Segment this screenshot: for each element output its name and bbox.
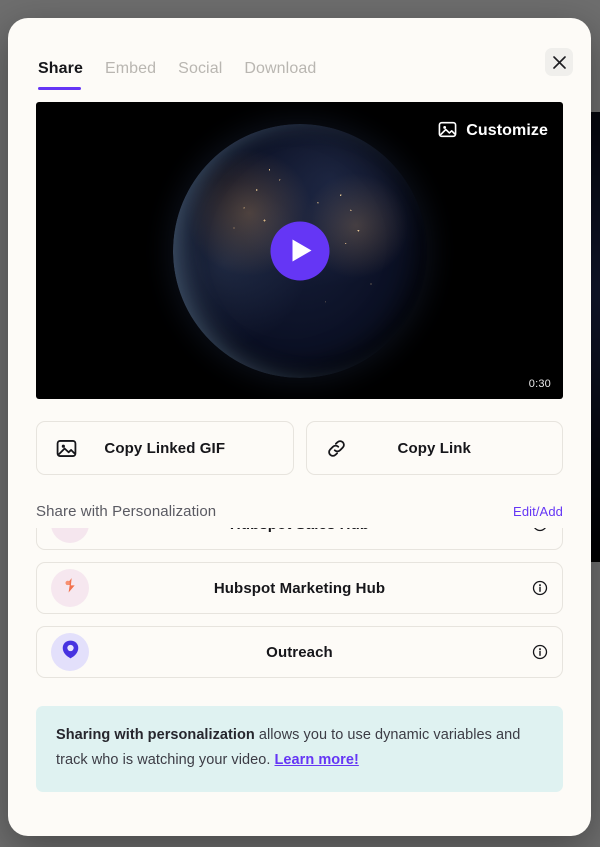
hubspot-bolt-icon	[61, 576, 80, 600]
tab-social[interactable]: Social	[178, 60, 222, 96]
list-item-label: Hubspot Sales Hub	[37, 528, 562, 533]
copy-actions-row: Copy Linked GIF Copy Link	[36, 421, 563, 475]
list-item-label: Hubspot Marketing Hub	[213, 579, 386, 597]
avatar	[51, 528, 89, 543]
info-icon[interactable]	[532, 644, 548, 660]
tab-embed[interactable]: Embed	[105, 60, 156, 96]
learn-more-link[interactable]: Learn more!	[275, 752, 359, 768]
list-item-label: Outreach	[266, 643, 333, 661]
tab-download[interactable]: Download	[244, 60, 316, 96]
info-banner-bold: Sharing with personalization	[56, 727, 255, 743]
integration-list-scroll: Hubspot Sales Hub	[36, 528, 563, 690]
video-duration: 0:30	[528, 378, 551, 390]
modal-tabs: Share Embed Social Download	[8, 18, 591, 96]
play-icon	[292, 239, 312, 262]
link-icon	[326, 438, 347, 459]
info-banner: Sharing with personalization allows you …	[36, 706, 563, 792]
tab-share[interactable]: Share	[38, 60, 83, 96]
image-icon	[438, 120, 457, 142]
play-button[interactable]	[270, 221, 329, 280]
hubspot-sprocket-icon	[61, 528, 80, 536]
customize-button[interactable]: Customize	[438, 120, 548, 142]
avatar	[51, 569, 89, 607]
close-icon	[552, 55, 566, 69]
video-player[interactable]: Customize 0:30	[36, 102, 563, 399]
integration-list[interactable]: Hubspot Sales Hub	[36, 528, 563, 696]
info-icon[interactable]	[532, 580, 548, 596]
image-icon	[56, 438, 77, 459]
list-item[interactable]: Hubspot Marketing Hub	[36, 562, 563, 614]
info-icon[interactable]	[532, 528, 548, 532]
copy-link-button[interactable]: Copy Link	[305, 421, 563, 475]
outreach-shield-icon	[60, 639, 81, 665]
customize-label: Customize	[466, 122, 548, 139]
personalization-title: Share with Personalization	[36, 503, 217, 520]
list-item[interactable]: Outreach	[36, 626, 563, 678]
close-button[interactable]	[545, 48, 573, 76]
personalization-header: Share with Personalization Edit/Add	[36, 503, 563, 520]
list-item[interactable]: Hubspot Sales Hub	[36, 528, 563, 550]
copy-linked-gif-button[interactable]: Copy Linked GIF	[36, 421, 294, 475]
share-modal: Share Embed Social Download Customize 0:…	[8, 18, 591, 836]
edit-add-link[interactable]: Edit/Add	[513, 504, 563, 519]
avatar	[51, 633, 89, 671]
